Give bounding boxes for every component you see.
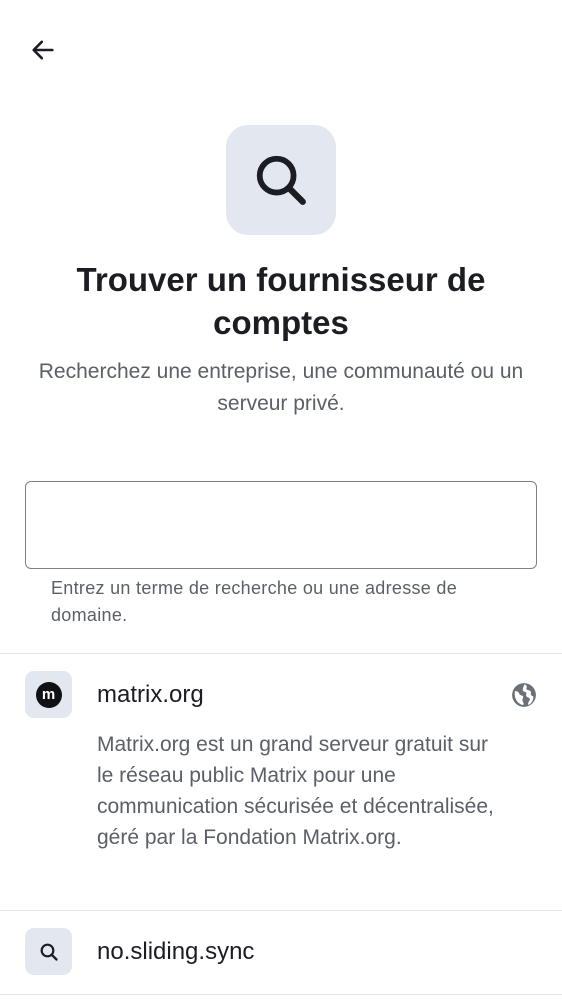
provider-search-icon-box	[25, 928, 72, 975]
provider-item-matrix-org[interactable]: m matrix.org Matrix.org est un grand ser…	[0, 654, 562, 910]
find-account-provider-screen: Trouver un fournisseur de comptes Recher…	[0, 0, 562, 1000]
search-helper-text: Entrez un terme de recherche ou une adre…	[51, 578, 458, 625]
arrow-left-icon	[32, 40, 54, 60]
provider-name: no.sliding.sync	[97, 938, 255, 965]
back-button[interactable]	[22, 29, 64, 71]
globe-icon	[512, 683, 536, 707]
provider-logo-box: m	[25, 671, 72, 718]
page-title: Trouver un fournisseur de comptes	[76, 261, 486, 341]
provider-description: Matrix.org est un grand serveur gratuit …	[97, 733, 494, 849]
search-icon	[40, 943, 58, 961]
hero-search-icon-box	[226, 125, 336, 235]
provider-name: matrix.org	[97, 681, 204, 708]
divider	[0, 994, 562, 995]
search-icon	[256, 155, 306, 205]
provider-item-no-sliding-sync[interactable]: no.sliding.sync	[0, 911, 562, 1000]
search-input[interactable]	[25, 481, 537, 569]
matrix-logo-icon: m	[35, 681, 62, 708]
page-subtitle: Recherchez une entreprise, une communaut…	[38, 360, 524, 415]
